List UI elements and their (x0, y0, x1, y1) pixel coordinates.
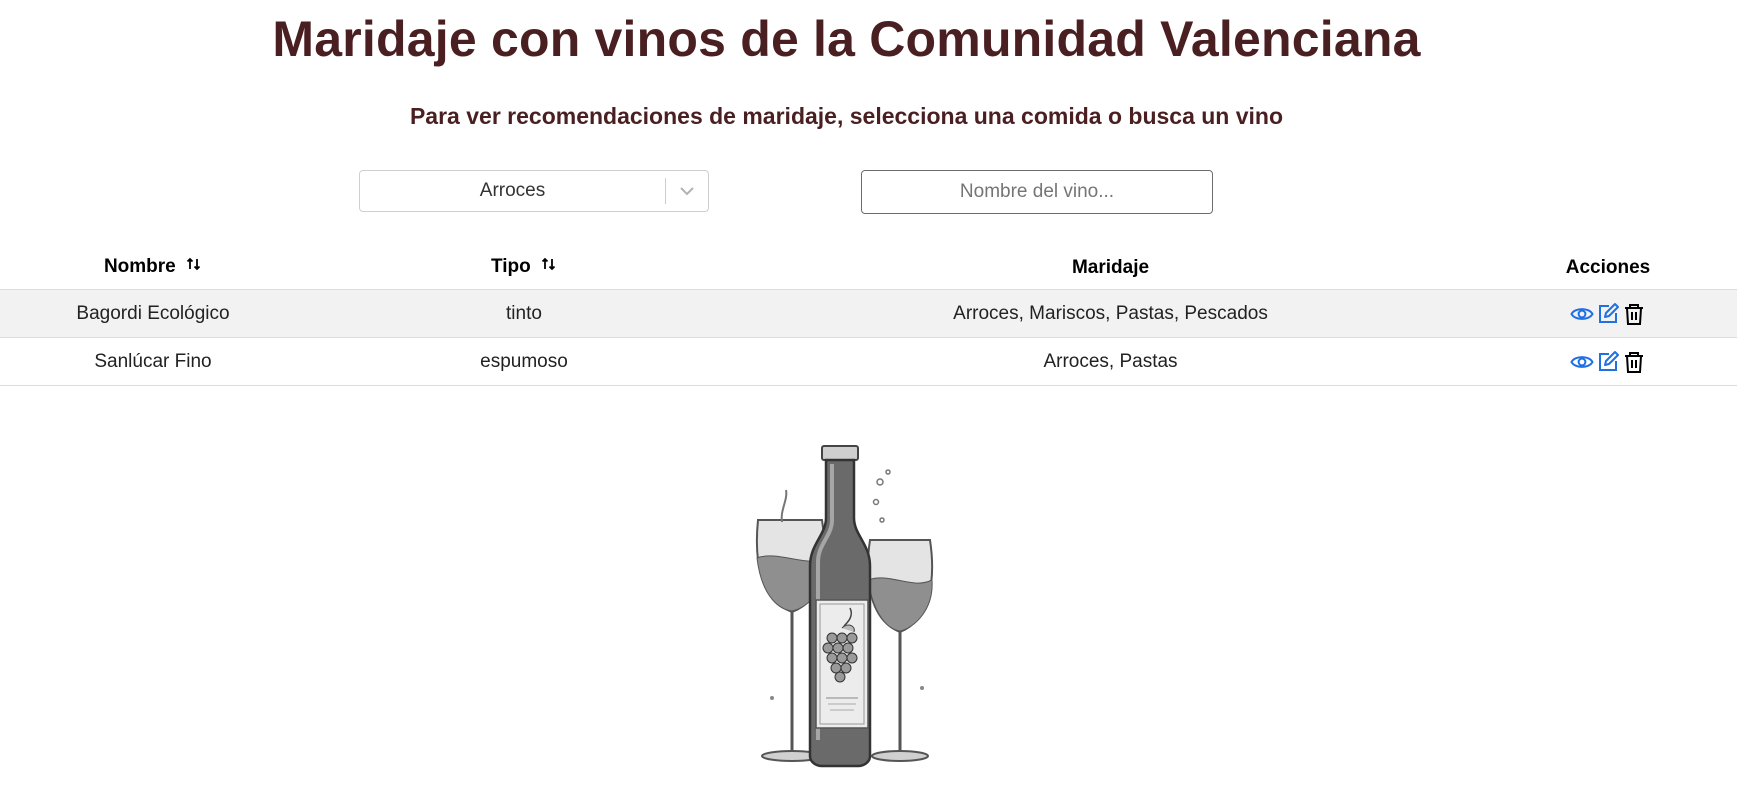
edit-icon[interactable] (1596, 350, 1620, 374)
wine-table: Nombre Tipo Maridaje Acciones Bagordi Ec… (0, 246, 1737, 386)
cell-nombre: Sanlúcar Fino (0, 337, 306, 386)
row-actions (1479, 350, 1737, 374)
wine-search-input[interactable] (861, 170, 1213, 214)
eye-icon[interactable] (1570, 350, 1594, 374)
page-subtitle: Para ver recomendaciones de maridaje, se… (409, 103, 1284, 129)
table-header-row: Nombre Tipo Maridaje Acciones (0, 246, 1737, 290)
trash-icon[interactable] (1622, 302, 1646, 326)
cell-acciones (1479, 289, 1737, 338)
column-label: Nombre (103, 256, 176, 278)
trash-icon[interactable] (1622, 350, 1646, 374)
column-label: Maridaje (1071, 256, 1150, 278)
wine-illustration (755, 445, 934, 768)
cell-tipo: tinto (306, 289, 742, 338)
table-row: Bagordi Ecológico tinto Arroces, Marisco… (0, 289, 1737, 338)
cell-nombre: Bagordi Ecológico (0, 289, 306, 338)
food-select[interactable]: Arroces (359, 170, 709, 212)
column-label: Acciones (1565, 256, 1651, 278)
cell-maridaje: Arroces, Mariscos, Pastas, Pescados (742, 289, 1479, 338)
chevron-down-icon[interactable] (666, 171, 708, 211)
cell-tipo: espumoso (306, 337, 742, 386)
eye-icon[interactable] (1570, 302, 1594, 326)
page-title: Maridaje con vinos de la Comunidad Valen… (272, 11, 1421, 67)
table-row: Sanlúcar Fino espumoso Arroces, Pastas (0, 337, 1737, 386)
cell-maridaje: Arroces, Pastas (742, 337, 1479, 386)
row-actions (1479, 302, 1737, 326)
column-header-tipo[interactable]: Tipo (306, 246, 742, 290)
column-label: Tipo (490, 256, 531, 278)
cell-acciones (1479, 337, 1737, 386)
column-header-nombre[interactable]: Nombre (0, 246, 306, 290)
edit-icon[interactable] (1596, 302, 1620, 326)
food-select-value: Arroces (479, 180, 546, 201)
sort-icon[interactable] (541, 256, 557, 278)
column-header-maridaje: Maridaje (742, 246, 1479, 290)
sort-icon[interactable] (186, 256, 202, 278)
column-header-acciones: Acciones (1479, 246, 1737, 290)
